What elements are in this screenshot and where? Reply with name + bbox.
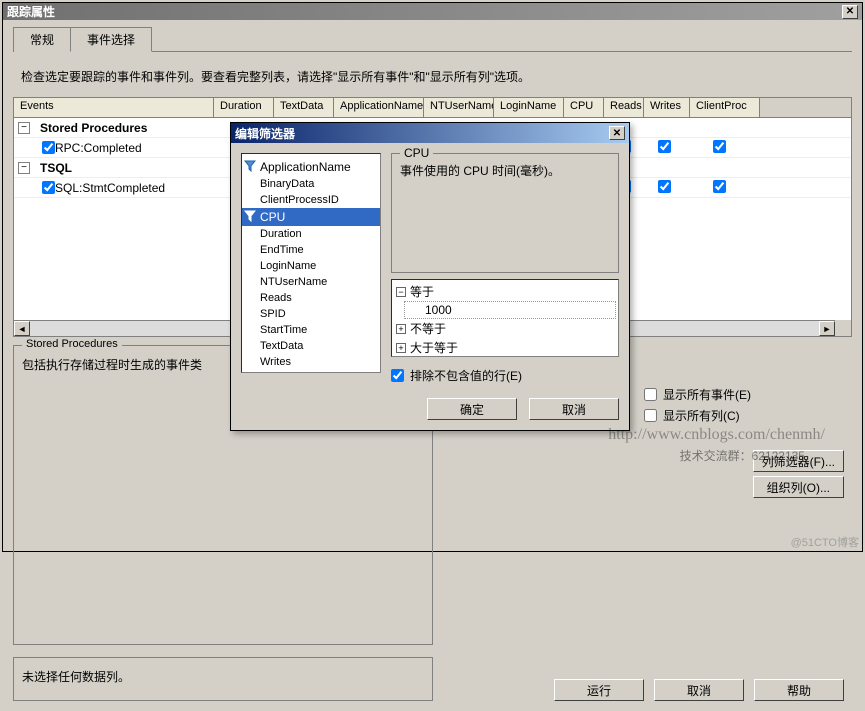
label-show-all-events: 显示所有事件(E) — [663, 386, 751, 403]
col-cpu[interactable]: CPU — [564, 98, 604, 117]
filter-binarydata[interactable]: BinaryData — [242, 176, 380, 192]
modal-titlebar: 编辑筛选器 ✕ — [231, 123, 629, 143]
cancel-button[interactable]: 取消 — [654, 679, 744, 701]
funnel-icon — [244, 160, 256, 172]
footer-buttons: 运行 取消 帮助 — [554, 679, 844, 701]
filter-right-pane: CPU 事件使用的 CPU 时间(毫秒)。 −等于 1000 +不等于 +大于等… — [391, 153, 619, 388]
cond-equals[interactable]: −等于 — [394, 282, 616, 301]
modal-cancel-button[interactable]: 取消 — [529, 398, 619, 420]
instruction-text: 检查选定要跟踪的事件和事件列。要查看完整列表，请选择"显示所有事件"和"显示所有… — [21, 68, 852, 85]
check-show-all-cols[interactable] — [644, 409, 657, 422]
help-button[interactable]: 帮助 — [754, 679, 844, 701]
organize-columns-button[interactable]: 组织列(O)... — [753, 476, 844, 498]
filter-description-box: CPU 事件使用的 CPU 时间(毫秒)。 — [391, 153, 619, 273]
filter-spid[interactable]: SPID — [242, 306, 380, 322]
collapse-icon[interactable]: − — [18, 162, 30, 174]
scroll-right-icon[interactable]: ► — [819, 321, 835, 336]
filter-writes[interactable]: Writes — [242, 354, 380, 370]
col-duration[interactable]: Duration — [214, 98, 274, 117]
filter-desc-text: 事件使用的 CPU 时间(毫秒)。 — [400, 162, 610, 179]
col-reads[interactable]: Reads — [604, 98, 644, 117]
scroll-left-icon[interactable]: ◄ — [14, 321, 30, 336]
no-selection-group: 未选择任何数据列。 — [13, 657, 433, 701]
col-textdata[interactable]: TextData — [274, 98, 334, 117]
col-appname[interactable]: ApplicationName — [334, 98, 424, 117]
modal-ok-button[interactable]: 确定 — [427, 398, 517, 420]
cond-gte[interactable]: +大于等于 — [394, 338, 616, 357]
expand-icon[interactable]: + — [396, 343, 406, 353]
check-cell[interactable] — [658, 180, 671, 193]
col-clientproc[interactable]: ClientProc — [690, 98, 760, 117]
col-login[interactable]: LoginName — [494, 98, 564, 117]
filter-textdata[interactable]: TextData — [242, 338, 380, 354]
check-rpc[interactable] — [42, 141, 55, 154]
filter-clientprocessid[interactable]: ClientProcessID — [242, 192, 380, 208]
check-cell[interactable] — [658, 140, 671, 153]
no-selection-text: 未选择任何数据列。 — [22, 668, 424, 685]
grid-header: Events Duration TextData ApplicationName… — [14, 98, 851, 118]
check-cell[interactable] — [713, 180, 726, 193]
filter-column-list[interactable]: ApplicationName BinaryData ClientProcess… — [241, 153, 381, 373]
sp-legend: Stored Procedures — [22, 338, 122, 350]
row-label: RPC:Completed — [55, 141, 142, 155]
filter-duration[interactable]: Duration — [242, 226, 380, 242]
modal-buttons: 确定 取消 — [231, 398, 629, 430]
expand-icon[interactable]: + — [396, 324, 406, 334]
label-show-all-cols: 显示所有列(C) — [663, 407, 740, 424]
tab-general[interactable]: 常规 — [13, 27, 71, 52]
cond-not-equals[interactable]: +不等于 — [394, 319, 616, 338]
collapse-icon[interactable]: − — [396, 287, 406, 297]
check-show-all-events[interactable] — [644, 388, 657, 401]
collapse-icon[interactable]: − — [18, 122, 30, 134]
filter-loginname[interactable]: LoginName — [242, 258, 380, 274]
col-writes[interactable]: Writes — [644, 98, 690, 117]
modal-body: ApplicationName BinaryData ClientProcess… — [231, 143, 629, 398]
options-box: 显示所有事件(E) 显示所有列(C) — [644, 382, 844, 428]
tab-bar: 常规 事件选择 — [13, 26, 852, 52]
filter-starttime[interactable]: StartTime — [242, 322, 380, 338]
window-title: 跟踪属性 — [7, 3, 55, 20]
filter-endtime[interactable]: EndTime — [242, 242, 380, 258]
titlebar: 跟踪属性 ✕ — [3, 3, 862, 20]
exclude-checkbox[interactable] — [391, 369, 404, 382]
close-icon[interactable]: ✕ — [842, 5, 858, 19]
cond-equals-value[interactable]: 1000 — [404, 301, 616, 319]
filter-desc-legend: CPU — [400, 146, 433, 160]
modal-close-icon[interactable]: ✕ — [609, 126, 625, 140]
run-button[interactable]: 运行 — [554, 679, 644, 701]
filter-ntusername[interactable]: NTUserName — [242, 274, 380, 290]
tab-events[interactable]: 事件选择 — [70, 27, 152, 52]
exclude-label: 排除不包含值的行(E) — [410, 367, 522, 384]
filter-reads[interactable]: Reads — [242, 290, 380, 306]
filter-applicationname[interactable]: ApplicationName — [242, 158, 380, 176]
edit-filter-dialog: 编辑筛选器 ✕ ApplicationName BinaryData Clien… — [230, 122, 630, 431]
modal-title: 编辑筛选器 — [235, 125, 295, 142]
col-events[interactable]: Events — [14, 98, 214, 117]
check-cell[interactable] — [713, 140, 726, 153]
check-stmt[interactable] — [42, 181, 55, 194]
filter-cpu[interactable]: CPU — [242, 208, 380, 226]
column-filters-button[interactable]: 列筛选器(F)... — [753, 450, 844, 472]
funnel-icon — [244, 210, 256, 222]
condition-tree[interactable]: −等于 1000 +不等于 +大于等于 +小于等于 — [391, 279, 619, 357]
col-ntuser[interactable]: NTUserName — [424, 98, 494, 117]
right-buttons: 列筛选器(F)... 组织列(O)... — [753, 450, 844, 498]
row-label: SQL:StmtCompleted — [55, 181, 165, 195]
exclude-row: 排除不包含值的行(E) — [391, 367, 619, 384]
